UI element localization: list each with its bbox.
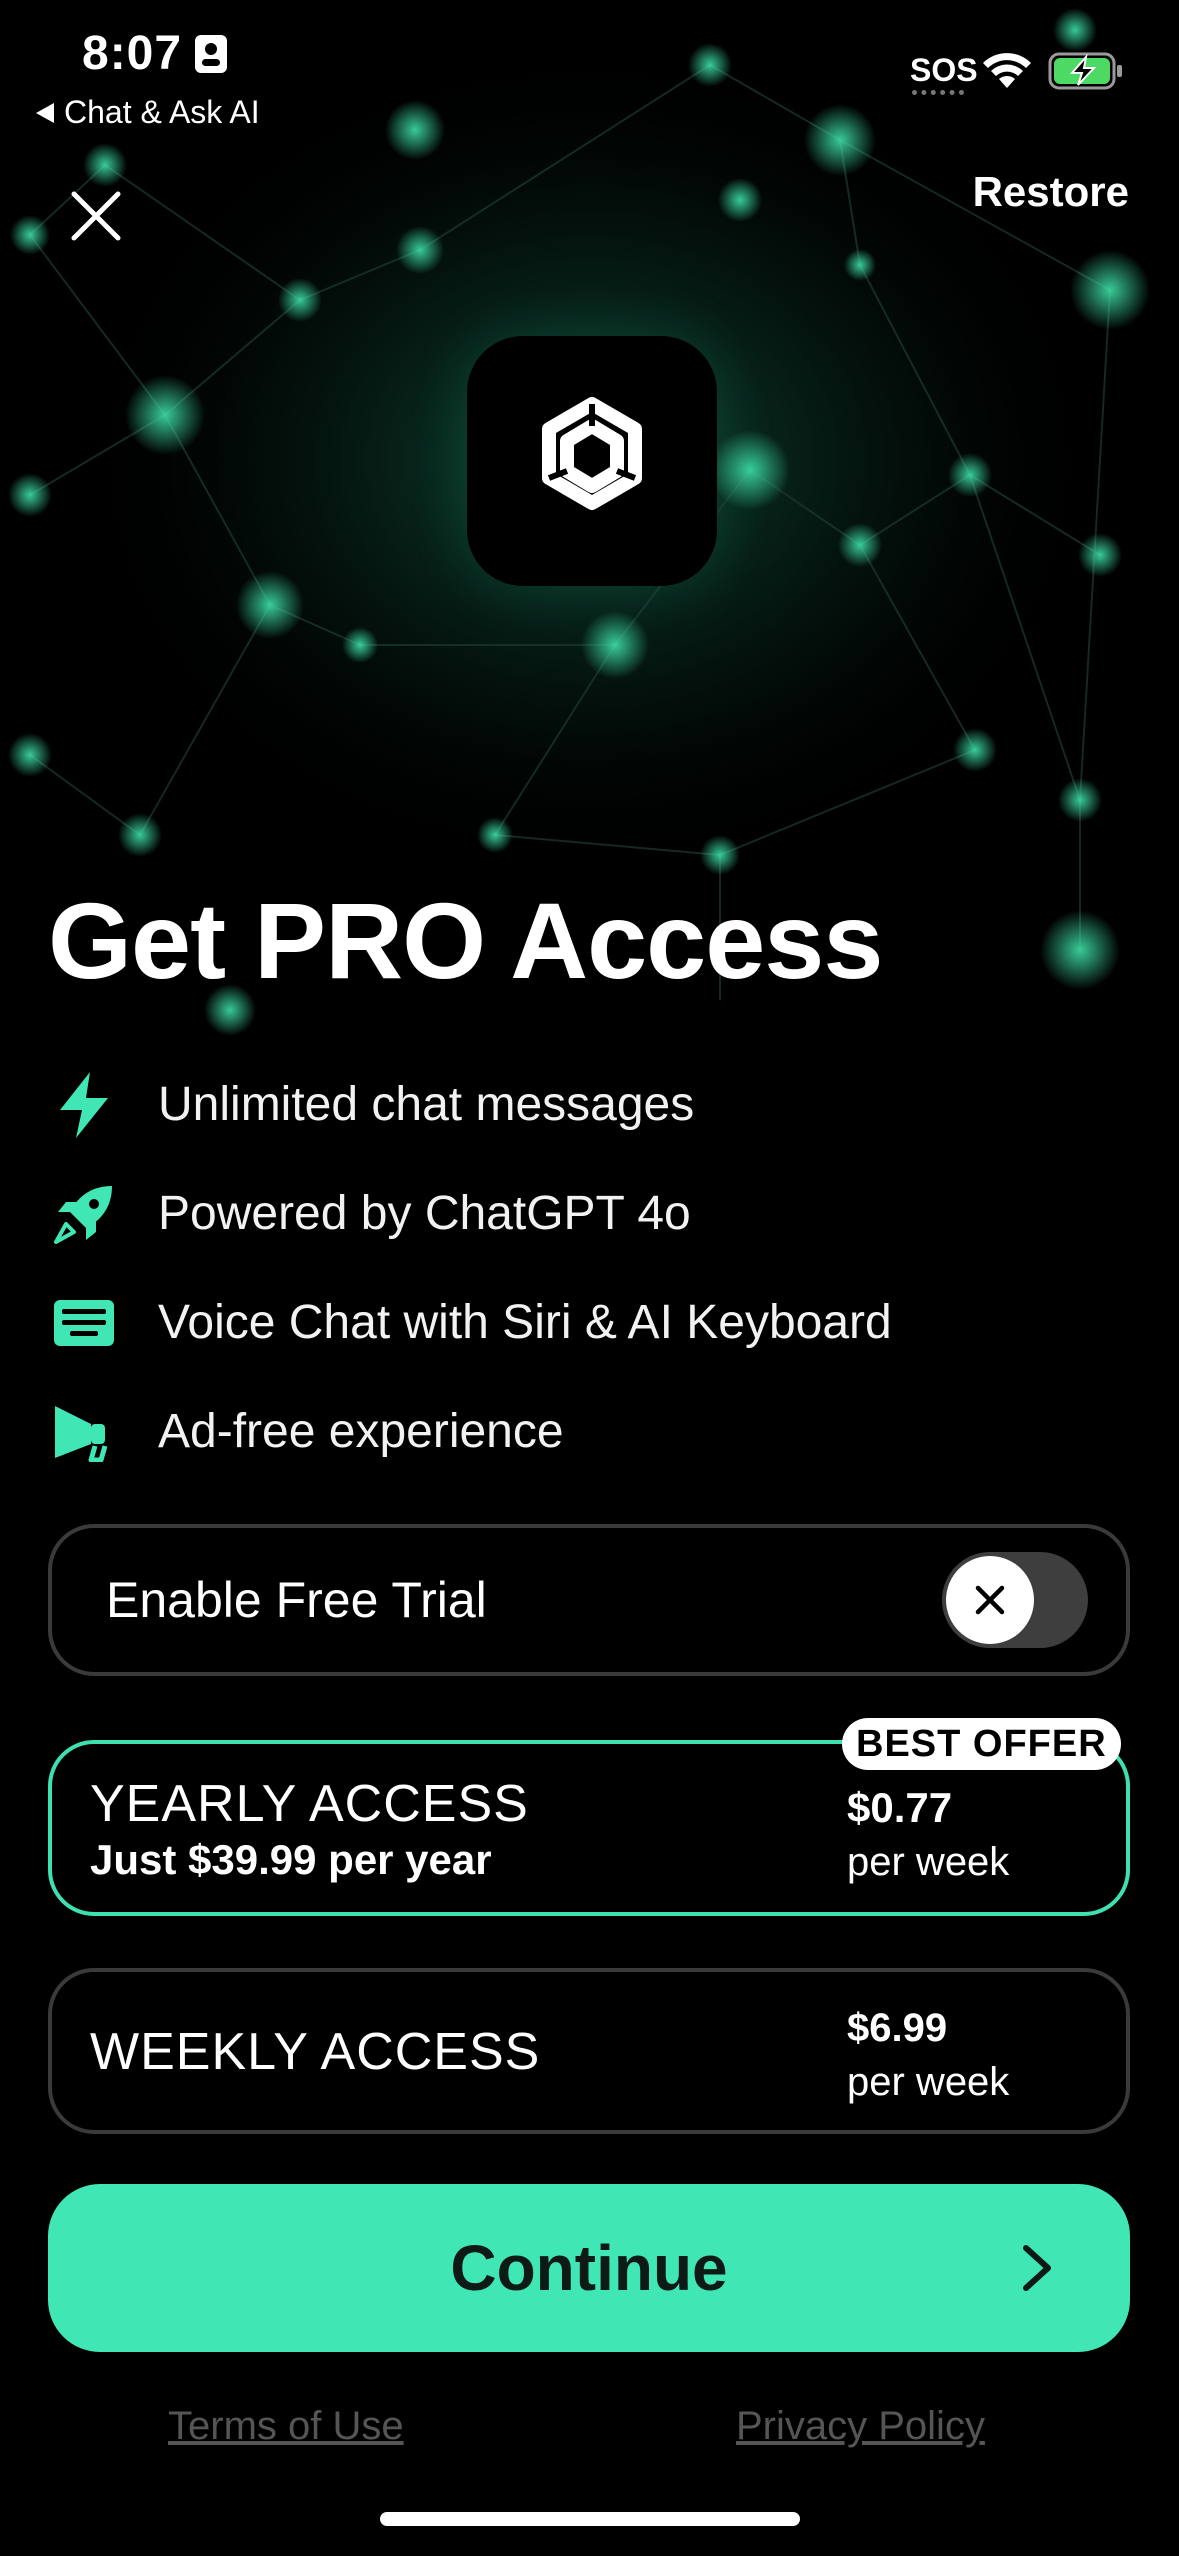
sos-indicator: SOS (910, 52, 978, 88)
wifi-icon (983, 53, 1031, 88)
plan-price: $6.99 (847, 2006, 948, 2050)
toggle-knob (946, 1556, 1034, 1644)
continue-label: Continue (450, 2232, 728, 2304)
home-indicator[interactable] (380, 2512, 800, 2526)
close-button[interactable] (66, 186, 126, 246)
app-logo (467, 336, 717, 586)
status-bar: 8:07 Chat & Ask AI SOS (0, 0, 1179, 130)
status-time: 8:07 (82, 27, 183, 80)
best-offer-badge: BEST OFFER (842, 1718, 1121, 1770)
feature-item: Voice Chat with Siri & AI Keyboard (48, 1268, 1128, 1377)
back-to-app-link[interactable]: Chat & Ask AI (36, 94, 260, 131)
rocket-icon (54, 1185, 112, 1244)
feature-text: Ad-free experience (158, 1405, 564, 1458)
feature-text: Voice Chat with Siri & AI Keyboard (158, 1296, 892, 1349)
signal-dots-icon (912, 90, 964, 96)
free-trial-label: Enable Free Trial (106, 1572, 487, 1628)
feature-text: Powered by ChatGPT 4o (158, 1187, 691, 1240)
back-triangle-icon (36, 102, 54, 123)
feature-item: Powered by ChatGPT 4o (48, 1159, 1128, 1268)
plan-yearly-option[interactable]: BEST OFFER YEARLY ACCESS Just $39.99 per… (48, 1718, 1130, 1916)
feature-text: Unlimited chat messages (158, 1078, 695, 1131)
free-trial-row[interactable]: Enable Free Trial (48, 1524, 1130, 1676)
megaphone-icon (55, 1405, 108, 1462)
page-title: Get PRO Access (48, 880, 883, 1001)
openai-knot-icon (542, 397, 642, 510)
continue-button[interactable]: Continue (48, 2184, 1130, 2352)
privacy-policy-link[interactable]: Privacy Policy (736, 2404, 985, 2449)
feature-item: Ad-free experience (48, 1377, 1128, 1486)
chevron-right-icon (1023, 2245, 1051, 2291)
keyboard-icon (54, 1299, 114, 1346)
feature-list: Unlimited chat messages Powered by ChatG… (48, 1050, 1128, 1486)
plan-subtitle: Just $39.99 per year (90, 1836, 492, 1883)
free-trial-toggle[interactable] (942, 1552, 1088, 1648)
plan-title: WEEKLY ACCESS (90, 2023, 541, 2081)
plan-price: $0.77 (847, 1784, 953, 1831)
plan-title: YEARLY ACCESS (90, 1775, 529, 1833)
feature-item: Unlimited chat messages (48, 1050, 1128, 1159)
terms-of-use-link[interactable]: Terms of Use (168, 2404, 404, 2449)
back-app-label: Chat & Ask AI (64, 94, 260, 130)
lightning-icon (60, 1071, 108, 1138)
plan-weekly-option[interactable]: WEEKLY ACCESS $6.99 per week (48, 1968, 1130, 2134)
plan-period: per week (847, 2060, 1010, 2104)
battery-charging-icon (1048, 52, 1122, 90)
restore-button[interactable]: Restore (973, 168, 1129, 216)
plan-period: per week (847, 1840, 1010, 1884)
focus-id-icon (195, 35, 227, 73)
x-icon (975, 1585, 1005, 1615)
